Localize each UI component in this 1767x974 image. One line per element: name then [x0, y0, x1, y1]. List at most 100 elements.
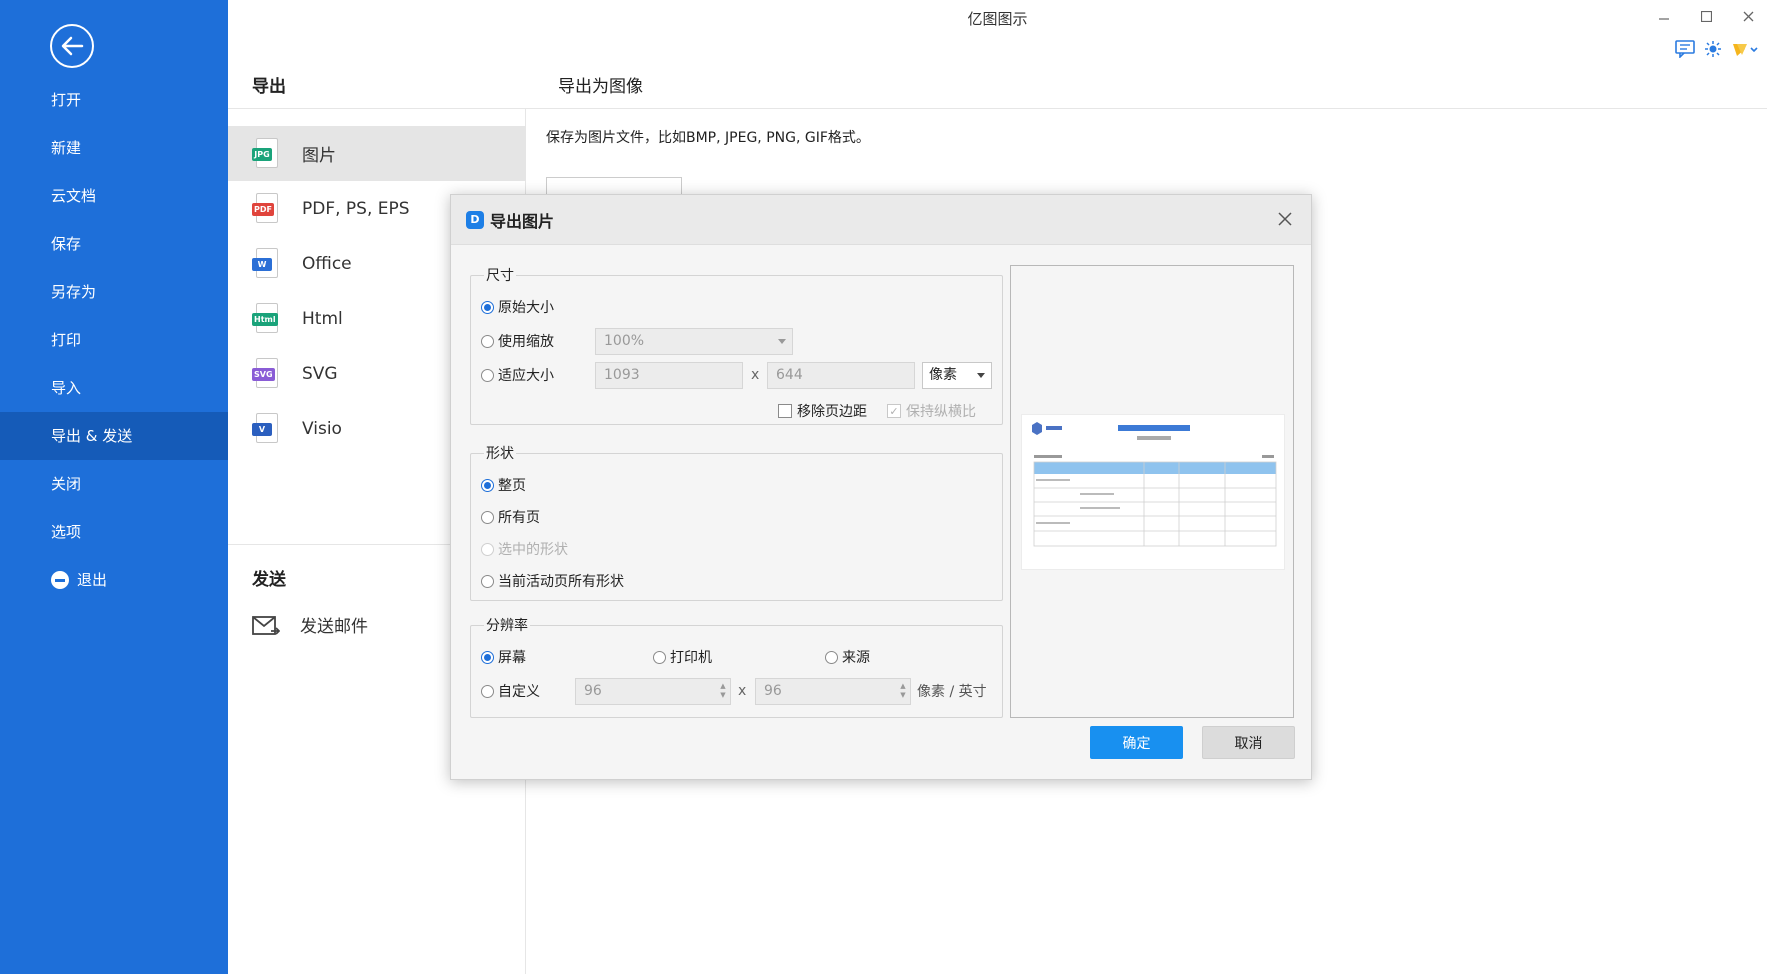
source-radio[interactable]: 来源: [825, 647, 870, 667]
height-input[interactable]: 644: [767, 362, 915, 389]
radio-icon: [653, 650, 666, 664]
sidebar-item-label: 导入: [51, 379, 82, 397]
sidebar-item-label: 另存为: [51, 283, 97, 301]
send-email-label: 发送邮件: [300, 617, 368, 637]
ok-button[interactable]: 确定: [1090, 726, 1183, 759]
sidebar-item-save[interactable]: 保存: [0, 220, 228, 268]
sidebar-item-close[interactable]: 关闭: [0, 460, 228, 508]
sidebar-item-label: 导出 & 发送: [51, 427, 133, 445]
times-separator: x: [738, 683, 747, 699]
radio-icon: [481, 478, 494, 492]
export-item-label: Office: [302, 253, 352, 274]
option-label: 所有页: [498, 510, 540, 526]
theme-sun-icon[interactable]: [1705, 41, 1721, 61]
original-size-radio[interactable]: 原始大小: [481, 297, 554, 317]
keep-ratio-checkbox[interactable]: ✓ 保持纵横比: [887, 401, 976, 421]
custom-radio[interactable]: 自定义: [481, 681, 540, 701]
spinner-arrows-icon: ▲ ▼: [900, 682, 906, 699]
sidebar-item-new[interactable]: 新建: [0, 124, 228, 172]
pdf-file-icon: PDF: [252, 192, 280, 225]
resolution-legend: 分辨率: [486, 618, 528, 634]
maximize-icon[interactable]: [1691, 4, 1721, 28]
toolbar-icons: [1675, 40, 1759, 62]
document-preview-graphic: [1032, 422, 1277, 547]
sidebar-item-label: 关闭: [51, 475, 82, 493]
checkbox-icon: [778, 404, 792, 418]
dpi-y-value: 96: [764, 683, 782, 699]
radio-icon: [481, 650, 494, 664]
export-item-image[interactable]: JPG 图片: [228, 126, 526, 181]
minimize-icon[interactable]: [1649, 4, 1679, 28]
export-item-label: Html: [302, 308, 343, 329]
unit-value: 像素: [929, 367, 957, 383]
option-label: 原始大小: [498, 300, 554, 316]
export-description: 保存为图片文件，比如BMP, JPEG, PNG, GIF格式。: [546, 130, 870, 146]
use-zoom-radio[interactable]: 使用缩放: [481, 331, 554, 351]
divider: [527, 108, 1767, 109]
mail-icon: [252, 614, 280, 636]
dpi-x-value: 96: [584, 683, 602, 699]
sidebar-item-print[interactable]: 打印: [0, 316, 228, 364]
close-icon[interactable]: [1273, 207, 1297, 231]
word-file-icon: W: [252, 247, 280, 280]
selected-shapes-radio[interactable]: 选中的形状: [481, 539, 568, 559]
option-label: 移除页边距: [797, 404, 867, 420]
chevron-down-icon: [977, 373, 985, 378]
export-image-dialog: D 导出图片 尺寸 原始大小 使用缩放 100% 适应大小 1093 x 644…: [450, 194, 1312, 780]
sidebar-item-export-send[interactable]: 导出 & 发送: [0, 412, 228, 460]
export-panel-title: 导出为图像: [558, 77, 643, 97]
vip-crown-icon[interactable]: [1731, 41, 1759, 61]
app-title: 亿图图示: [967, 10, 1028, 28]
all-pages-radio[interactable]: 所有页: [481, 507, 540, 527]
divider: [228, 108, 527, 109]
dpi-x-spinner[interactable]: 96 ▲ ▼: [575, 678, 731, 705]
sidebar-item-save-as[interactable]: 另存为: [0, 268, 228, 316]
edraw-logo-icon: D: [466, 210, 484, 229]
screen-radio[interactable]: 屏幕: [481, 647, 526, 667]
send-email-button[interactable]: 发送邮件: [252, 612, 368, 637]
check-icon: ✓: [887, 404, 901, 418]
unit-select[interactable]: 像素: [922, 362, 992, 389]
option-label: 保持纵横比: [906, 404, 976, 420]
option-label: 打印机: [670, 650, 712, 666]
close-window-icon[interactable]: [1733, 4, 1763, 28]
spinner-arrows-icon: ▲ ▼: [720, 682, 726, 699]
option-label: 整页: [498, 478, 526, 494]
cancel-button[interactable]: 取消: [1202, 726, 1295, 759]
export-item-label: 图片: [302, 146, 336, 166]
option-label: 适应大小: [498, 368, 554, 384]
printer-radio[interactable]: 打印机: [653, 647, 712, 667]
sidebar-item-exit[interactable]: 退出: [0, 556, 228, 604]
size-legend: 尺寸: [486, 268, 514, 284]
option-label: 使用缩放: [498, 334, 554, 350]
fit-size-radio[interactable]: 适应大小: [481, 365, 554, 385]
sidebar-item-open[interactable]: 打开: [0, 76, 228, 124]
export-preview: [1010, 265, 1294, 718]
radio-icon: [481, 510, 494, 524]
sidebar-item-label: 新建: [51, 139, 82, 157]
back-arrow-icon[interactable]: [50, 24, 94, 68]
dialog-title: 导出图片: [490, 211, 555, 231]
sidebar-item-label: 保存: [51, 235, 82, 253]
remove-margin-checkbox[interactable]: 移除页边距: [778, 401, 867, 421]
comment-icon[interactable]: [1675, 40, 1695, 62]
radio-icon: [481, 684, 494, 698]
dpi-y-spinner[interactable]: 96 ▲ ▼: [755, 678, 911, 705]
export-section-title: 导出: [252, 77, 286, 97]
dpi-unit-label: 像素 / 英寸: [917, 684, 987, 700]
sidebar-item-cloud[interactable]: 云文档: [0, 172, 228, 220]
resolution-group: 分辨率: [470, 615, 1003, 718]
radio-icon: [825, 650, 838, 664]
width-input[interactable]: 1093: [595, 362, 743, 389]
sidebar: 打开 新建 云文档 保存 另存为 打印 导入 导出 & 发送 关闭 选项 退出: [0, 0, 228, 974]
whole-page-radio[interactable]: 整页: [481, 475, 526, 495]
active-page-shapes-radio[interactable]: 当前活动页所有形状: [481, 571, 624, 591]
export-item-label: Visio: [302, 418, 342, 439]
svg-file-icon: SVG: [252, 357, 280, 390]
title-bar: 亿图图示: [228, 0, 1767, 36]
zoom-select[interactable]: 100%: [595, 328, 793, 355]
sidebar-item-label: 云文档: [51, 187, 97, 205]
sidebar-item-label: 打开: [51, 91, 82, 109]
sidebar-item-options[interactable]: 选项: [0, 508, 228, 556]
sidebar-item-import[interactable]: 导入: [0, 364, 228, 412]
